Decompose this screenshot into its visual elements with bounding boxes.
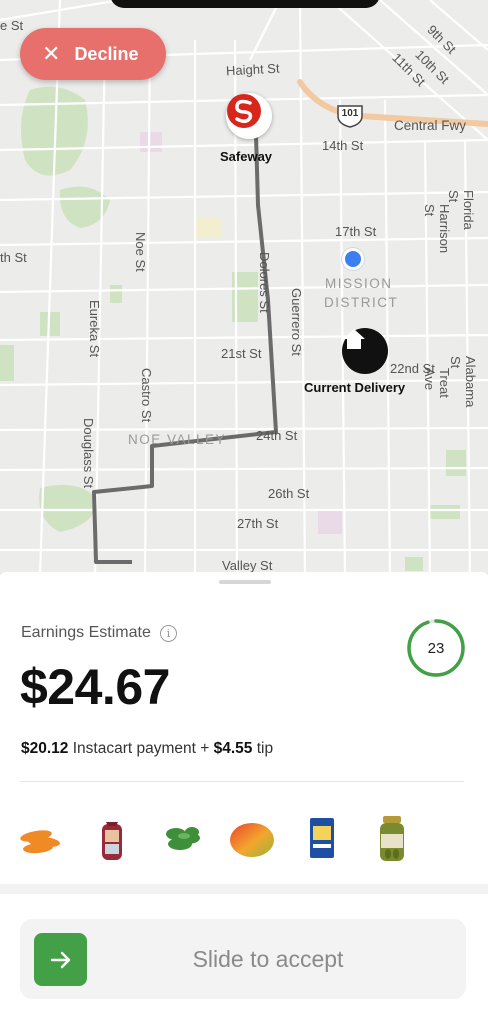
- street-label-21st: 21st St: [221, 346, 262, 361]
- payment-text: Instacart payment +: [68, 740, 214, 757]
- highway-number: 101: [341, 108, 359, 119]
- street-label-florida: Florida St: [446, 190, 476, 230]
- offer-timer: 23: [406, 618, 466, 678]
- street-label-central-fwy: Central Fwy: [394, 118, 467, 133]
- decline-label: Decline: [74, 43, 139, 64]
- timer-value: 23: [427, 639, 445, 657]
- district-label-noe-valley: NOE VALLEY: [128, 432, 227, 447]
- earnings-label: Earnings Estimate: [21, 624, 151, 641]
- street-label-haight: Haight St: [225, 60, 280, 79]
- street-label-27th: 27th St: [237, 516, 279, 531]
- street-label-17th: 17th St: [335, 224, 377, 239]
- earnings-amount: $24.67: [20, 659, 170, 715]
- street-label-alabama: Alabama St: [448, 356, 478, 408]
- user-location-dot: [342, 248, 364, 270]
- street-label-douglass: Douglass St: [81, 418, 96, 489]
- arrow-right-icon: [50, 951, 70, 968]
- map-view[interactable]: Haight St 14th St 17th St 21st St 22nd S…: [0, 0, 488, 575]
- info-icon[interactable]: i: [159, 624, 177, 642]
- tip-amount: $4.55: [213, 740, 253, 757]
- decline-button[interactable]: ✕ Decline: [20, 28, 166, 80]
- street-label-24th: 24th St: [256, 428, 298, 443]
- district-label-mission-2: DISTRICT: [324, 295, 399, 310]
- home-icon: [343, 329, 365, 349]
- safeway-logo-icon: [226, 93, 272, 139]
- section-gap: [0, 884, 488, 894]
- mango-icon: [228, 808, 276, 868]
- street-label-guerrero: Guerrero St: [289, 288, 304, 356]
- delivery-label: Current Delivery: [304, 380, 406, 395]
- store-marker[interactable]: [226, 93, 278, 145]
- street-label-noe: Noe St: [133, 232, 148, 272]
- delivery-marker[interactable]: [342, 328, 388, 374]
- highway-shield-icon: 101: [336, 104, 364, 128]
- street-label-dolores: Dolores St: [257, 252, 272, 313]
- payment-amount: $20.12: [21, 740, 69, 757]
- street-label-eureka: Eureka St: [87, 300, 102, 358]
- earnings-breakdown: $20.12 Instacart payment + $4.55 tip: [21, 740, 273, 758]
- street-label-castro: Castro St: [139, 368, 154, 423]
- slide-to-accept[interactable]: Slide to accept: [20, 919, 466, 999]
- street-label-valley: Valley St: [222, 558, 273, 573]
- street-label-treat: Treat Ave: [422, 368, 452, 398]
- sheet-grab-handle[interactable]: [219, 580, 271, 584]
- street-label-edge-th: th St: [0, 250, 27, 265]
- close-icon: ✕: [42, 41, 61, 67]
- pasta-box-icon: [298, 808, 346, 868]
- street-label-26th: 26th St: [268, 486, 310, 501]
- carrots-icon: [18, 808, 66, 868]
- bread-icon: [88, 808, 136, 868]
- slider-handle[interactable]: [34, 933, 87, 986]
- district-label-mission: MISSION: [325, 276, 393, 291]
- street-label-14th: 14th St: [322, 138, 364, 153]
- order-items: [18, 808, 468, 868]
- pickle-jar-icon: [368, 808, 416, 868]
- store-label: Safeway: [220, 149, 273, 164]
- offer-sheet: Earnings Estimate i 23 $24.67 $20.12 Ins…: [0, 572, 488, 1024]
- street-label-edge-e: e St: [0, 18, 24, 33]
- phone-notch: [110, 0, 380, 8]
- divider: [20, 781, 464, 782]
- tip-text: tip: [252, 740, 274, 757]
- earnings-header: Earnings Estimate i: [21, 624, 177, 642]
- greens-icon: [158, 808, 206, 868]
